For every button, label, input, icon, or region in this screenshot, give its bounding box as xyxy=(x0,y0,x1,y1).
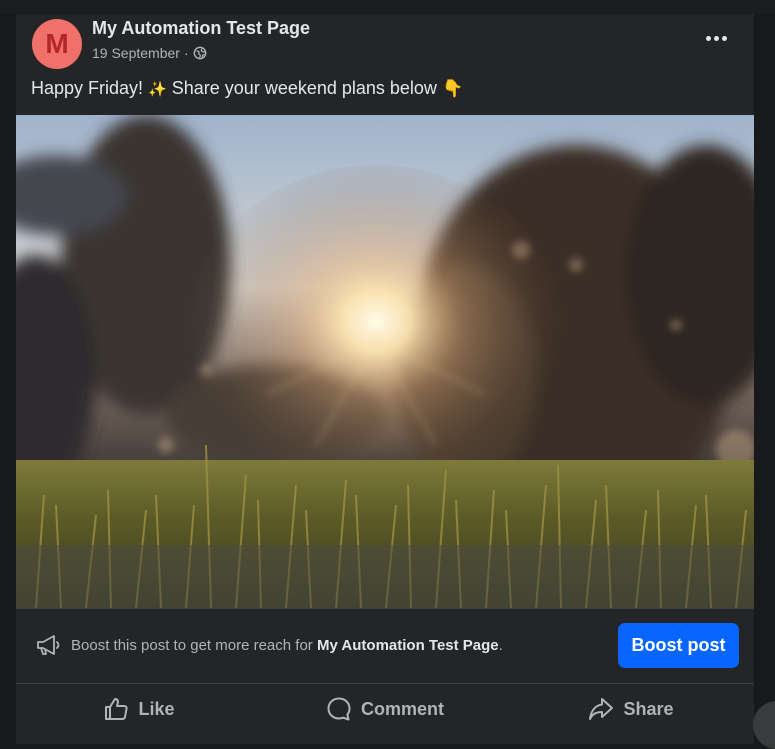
boost-text-suffix: . xyxy=(498,637,503,654)
post-text-end: Share your weekend plans below xyxy=(171,78,437,98)
boost-post-button[interactable]: Boost post xyxy=(618,623,739,668)
page-avatar[interactable]: M xyxy=(32,19,82,69)
share-arrow-icon xyxy=(589,698,614,720)
comment-label: Comment xyxy=(360,698,444,719)
avatar-letter: M xyxy=(45,28,69,59)
more-options-icon[interactable] xyxy=(700,26,732,50)
post-card: M My Automation Test Page 19 September ·… xyxy=(16,14,754,744)
sunset-grass-image xyxy=(16,115,754,608)
boost-bar: Boost this post to get more reach for My… xyxy=(16,609,754,683)
more-dot xyxy=(705,35,711,41)
meta-separator: · xyxy=(183,45,189,61)
sparkles-emoji: ✨ xyxy=(148,81,167,98)
more-dot xyxy=(721,35,727,41)
boost-page-name: My Automation Test Page xyxy=(316,637,499,654)
like-button[interactable]: Like xyxy=(16,684,262,734)
chat-bubble-partial[interactable] xyxy=(753,701,775,749)
post-photo[interactable] xyxy=(16,115,754,608)
post-text-start: Happy Friday! xyxy=(31,78,144,98)
post-actions: Like Comment Share xyxy=(16,684,754,734)
post-meta: 19 September · xyxy=(92,45,207,61)
boost-message: Boost this post to get more reach for My… xyxy=(71,637,503,654)
share-button[interactable]: Share xyxy=(508,684,754,734)
top-bar xyxy=(0,0,775,14)
share-label: Share xyxy=(623,698,674,719)
thumbs-up-icon xyxy=(105,698,129,720)
pointing-down-emoji: 👇 xyxy=(441,79,464,98)
like-label: Like xyxy=(138,698,175,719)
post-date[interactable]: 19 September xyxy=(92,45,180,61)
comment-button[interactable]: Comment xyxy=(262,684,508,734)
megaphone-icon xyxy=(37,635,60,655)
more-dot xyxy=(713,35,719,41)
comment-bubble-icon xyxy=(327,697,351,721)
boost-text-prefix: Boost this post to get more reach for xyxy=(71,637,317,654)
post-text: Happy Friday! ✨ Share your weekend plans… xyxy=(31,78,463,99)
page-name-link[interactable]: My Automation Test Page xyxy=(92,18,310,39)
globe-icon xyxy=(193,46,207,60)
